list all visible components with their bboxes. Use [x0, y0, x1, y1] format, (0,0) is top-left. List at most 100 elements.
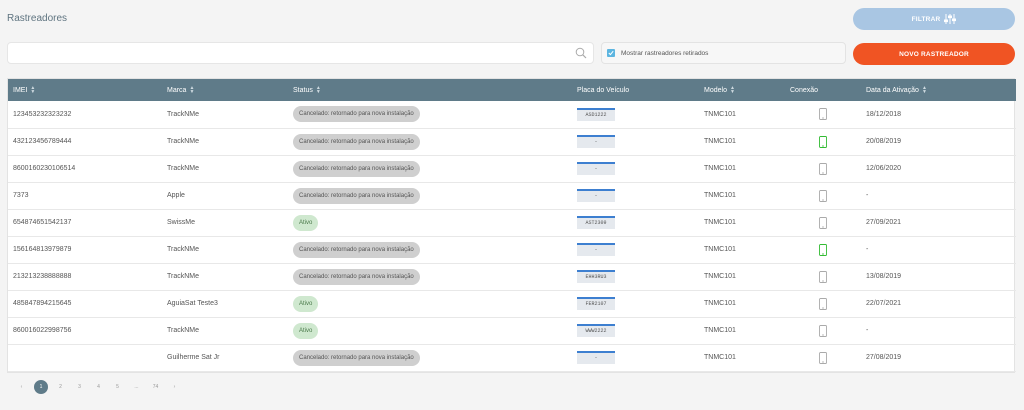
status-badge: Cancelado: retornado para nova instalaçã…	[293, 349, 420, 366]
cell-status: Cancelado: retornado para nova instalaçã…	[288, 128, 572, 155]
device-connection-icon	[819, 135, 827, 148]
cell-marca: Apple	[167, 192, 185, 199]
sort-icon: ▲ ▼	[189, 85, 195, 95]
cell-marca: TrackNMe	[167, 138, 200, 145]
cell-placa: EHH3RU3	[572, 263, 699, 290]
cell-imei: 8600160230106514	[13, 165, 76, 172]
check-icon	[608, 50, 614, 56]
table-row[interactable]: 860016022998756 TrackNMe Ativo WWW2222 TNMC1…	[8, 317, 1016, 344]
cell-conexao	[785, 182, 861, 209]
cell-imei: 485847894215645	[13, 300, 72, 307]
cell-imei: 156164813979879	[13, 246, 72, 253]
search-input[interactable]	[8, 43, 568, 64]
table-header-row: IMEI ▲ ▼ Marca ▲ ▼ Status ▲ ▼ Placa do Veículo…	[8, 79, 1016, 101]
cell-placa: -	[572, 128, 699, 155]
show-retired-checkbox[interactable]	[607, 49, 615, 57]
cell-marca: TrackNMe	[167, 110, 200, 118]
sort-icon: ▲ ▼	[921, 85, 927, 95]
cell-placa: -	[572, 155, 699, 182]
pagination-page[interactable]: 4	[89, 384, 108, 390]
cell-data-ativacao: -	[866, 192, 869, 199]
cell-status: Cancelado: retornado para nova instalaçã…	[288, 155, 572, 182]
cell-data-ativacao: 22/07/2021	[866, 300, 902, 307]
cell-modelo: TNMC101	[704, 354, 736, 361]
license-plate: -	[577, 351, 615, 364]
table-row[interactable]: 8600160230106514 TrackNMe Cancelado: retor…	[8, 155, 1016, 182]
col-header-imei[interactable]: IMEI ▲ ▼	[8, 79, 162, 101]
table-row[interactable]: Guilherme Sat Jr Cancelado: retornado par…	[8, 344, 1016, 371]
status-badge: Ativo	[293, 214, 319, 231]
cell-conexao	[785, 344, 861, 371]
table-row[interactable]: 432123456789444 TrackNMe Cancelado: retorn…	[8, 128, 1016, 155]
license-plate: -	[577, 135, 615, 148]
device-connection-icon	[819, 108, 827, 121]
cell-status: Cancelado: retornado para nova instalaçã…	[288, 182, 572, 209]
col-header-marca[interactable]: Marca ▲ ▼	[162, 79, 288, 101]
col-header-modelo[interactable]: Modelo ▲ ▼	[699, 79, 785, 101]
sort-icon: ▲ ▼	[315, 85, 321, 95]
cell-status: Cancelado: retornado para nova instalaçã…	[288, 263, 572, 290]
cell-conexao	[785, 209, 861, 236]
license-plate: -	[577, 189, 615, 202]
table-row[interactable]: 213213238888888 TrackNMe Cancelado: retorn…	[8, 263, 1016, 290]
pagination-page[interactable]: 3	[70, 384, 89, 390]
filter-button[interactable]: FILTRAR	[853, 8, 1015, 30]
device-connection-icon	[819, 243, 827, 256]
device-connection-icon	[819, 297, 827, 310]
table-row[interactable]: 123453232323232 TrackNMe Cancelado: retorn…	[8, 101, 1016, 128]
cell-conexao	[785, 236, 861, 263]
pagination-page[interactable]: 5	[108, 384, 127, 390]
pagination-prev[interactable]: ‹	[12, 384, 31, 390]
sliders-icon	[944, 14, 957, 24]
device-connection-icon	[819, 216, 827, 229]
pagination-page[interactable]: 1	[34, 380, 48, 394]
cell-placa: -	[572, 344, 699, 371]
cell-imei: 7373	[13, 192, 29, 199]
sort-icon: ▲ ▼	[30, 85, 36, 95]
search-icon[interactable]	[575, 47, 587, 59]
license-plate: WWW2222	[577, 324, 615, 337]
cell-modelo: TNMC101	[704, 165, 736, 172]
cell-data-ativacao: 27/08/2019	[866, 354, 902, 361]
pagination-page[interactable]: 74	[146, 384, 165, 390]
license-plate: FER2107	[577, 297, 615, 310]
table-row[interactable]: 7373 Apple Cancelado: retornado para nova …	[8, 182, 1016, 209]
show-retired-label: Mostrar rastreadores retirados	[621, 49, 709, 57]
cell-data-ativacao: 18/12/2018	[866, 110, 902, 118]
page-title: Rastreadores	[7, 13, 68, 24]
cell-data-ativacao: -	[866, 327, 869, 334]
device-connection-icon	[819, 189, 827, 202]
cell-data-ativacao: -	[866, 246, 869, 253]
col-header-status[interactable]: Status ▲ ▼	[288, 79, 572, 101]
show-retired-toggle[interactable]: Mostrar rastreadores retirados	[601, 42, 846, 64]
search-box	[7, 42, 594, 64]
cell-modelo: TNMC101	[704, 300, 736, 307]
license-plate: EHH3RU3	[577, 270, 615, 283]
cell-conexao	[785, 263, 861, 290]
table-row[interactable]: 485847894215645 AguiaSat Teste3 Ativo FER21…	[8, 290, 1016, 317]
cell-modelo: TNMC101	[704, 138, 736, 145]
status-badge: Cancelado: retornado para nova instalaçã…	[293, 133, 420, 150]
cell-placa: AST2309	[572, 209, 699, 236]
status-badge: Ativo	[293, 295, 319, 312]
cell-placa: WWW2222	[572, 317, 699, 344]
filter-button-label: FILTRAR	[911, 15, 941, 23]
table-row[interactable]: 156164813979879 TrackNMe Cancelado: retorn…	[8, 236, 1016, 263]
pagination-next[interactable]: ›	[165, 384, 184, 390]
cell-imei: 654874651542137	[13, 219, 72, 226]
cell-marca: TrackNMe	[167, 165, 200, 172]
table-row[interactable]: 654874651542137 SwissMe Ativo AST2309 TNMC10…	[8, 209, 1016, 236]
cell-modelo: TNMC101	[704, 219, 736, 226]
cell-data-ativacao: 27/09/2021	[866, 219, 902, 226]
pagination-page[interactable]: 2	[51, 384, 70, 390]
cell-marca: Guilherme Sat Jr	[167, 354, 220, 361]
col-header-data-ativacao[interactable]: Data da Ativação ▲ ▼	[861, 79, 1016, 101]
license-plate: ASD1222	[577, 107, 615, 121]
cell-placa: ASD1222	[572, 101, 699, 128]
device-connection-icon	[819, 270, 827, 283]
cell-marca: AguiaSat Teste3	[167, 300, 218, 307]
cell-marca: SwissMe	[167, 219, 196, 226]
new-tracker-button[interactable]: NOVO RASTREADOR	[853, 43, 1015, 65]
cell-conexao	[785, 128, 861, 155]
pagination: ‹ 1 2 3 4 5 ... 74 ›	[12, 380, 184, 394]
